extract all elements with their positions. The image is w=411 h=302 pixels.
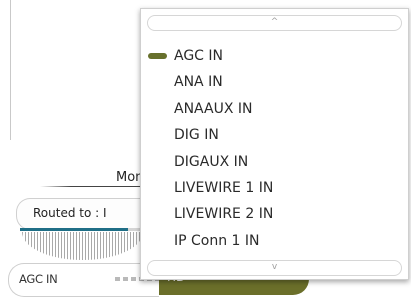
dropdown-option[interactable]: ANAAUX IN — [141, 96, 408, 122]
fader-scale[interactable] — [22, 232, 143, 260]
monitor-underline — [40, 186, 143, 187]
dropdown-option-label: LIVEWIRE 2 IN — [174, 206, 274, 223]
chevron-down-icon: v — [271, 262, 278, 272]
dropdown-option-label: ANAAUX IN — [174, 100, 253, 117]
source-dropdown: ^ AGC IN ANA IN ANAAUX IN DIG IN DIGAUX IN LI… — [140, 8, 409, 280]
dropdown-option-label: ANA IN — [174, 74, 223, 91]
dropdown-option[interactable]: DIGAUX IN — [141, 149, 408, 175]
dropdown-option[interactable]: LIVEWIRE 2 IN — [141, 201, 408, 227]
chevron-up-icon: ^ — [270, 17, 279, 27]
source-select[interactable]: AGC IN — [8, 263, 159, 297]
panel-divider — [10, 0, 11, 140]
level-meter-fill — [20, 228, 128, 231]
selected-indicator-icon — [148, 53, 167, 59]
dropdown-option-label: IP Conn 1 IN — [174, 232, 260, 249]
scroll-down-button[interactable]: v — [147, 260, 402, 276]
dropdown-option-label: AGC IN — [174, 48, 224, 64]
dropdown-option[interactable]: DIG IN — [141, 122, 408, 148]
dropdown-option-label: DIG IN — [174, 127, 219, 144]
dropdown-option-label: LIVEWIRE 1 IN — [174, 179, 274, 196]
dropdown-option[interactable]: LIVEWIRE 1 IN — [141, 175, 408, 201]
source-select-value: AGC IN — [19, 272, 58, 286]
dropdown-option-label: DIGAUX IN — [174, 153, 249, 170]
level-meter — [20, 228, 143, 231]
dropdown-option[interactable]: IP Conn 1 IN — [141, 228, 408, 254]
option-list: AGC IN ANA IN ANAAUX IN DIG IN DIGAUX IN LIVE… — [141, 43, 408, 254]
routed-to-label: Routed to : I — [33, 206, 107, 220]
dropdown-option[interactable]: AGC IN — [141, 43, 408, 69]
dropdown-option[interactable]: ANA IN — [141, 69, 408, 95]
routed-to-field[interactable]: Routed to : I — [16, 198, 144, 230]
scroll-up-button[interactable]: ^ — [147, 15, 402, 31]
